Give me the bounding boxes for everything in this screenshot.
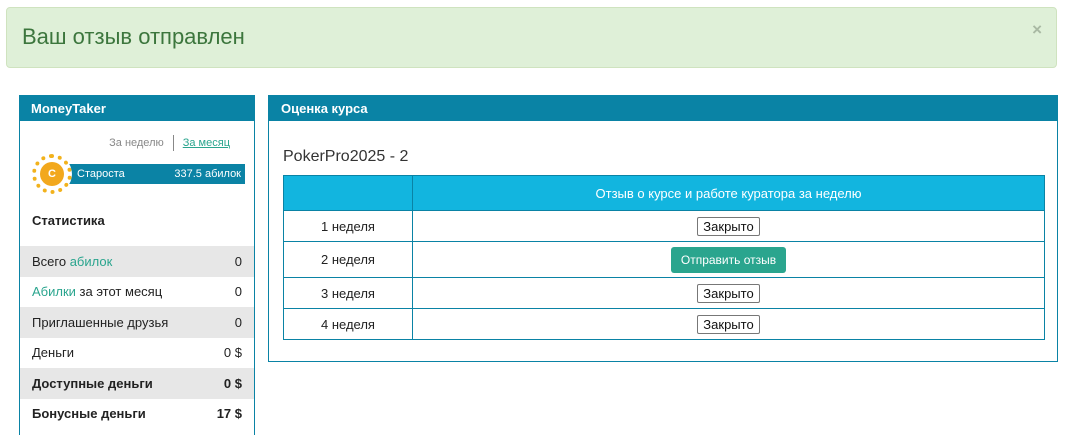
stat-value: 0: [234, 284, 242, 300]
stat-value: 0: [234, 253, 242, 269]
feedback-table: Отзыв о курсе и работе куратора за недел…: [283, 175, 1045, 340]
stats-list: Всего абилок 0 Абилки за этот месяц 0 Пр…: [20, 246, 254, 429]
success-alert: Ваш отзыв отправлен ×: [6, 7, 1057, 68]
stat-label: Бонусные деньги: [32, 406, 146, 422]
alert-message: Ваш отзыв отправлен: [22, 24, 245, 49]
closed-button[interactable]: Закрыто: [697, 314, 760, 334]
user-panel-title: MoneyTaker: [20, 96, 254, 121]
user-panel: MoneyTaker За неделю За месяц Староста 3…: [19, 95, 255, 435]
closed-button[interactable]: Закрыто: [697, 216, 760, 236]
header-feedback: Отзыв о курсе и работе куратора за недел…: [412, 175, 1045, 211]
stat-row-friends: Приглашенные друзья 0: [20, 307, 254, 338]
week-label: 4 неделя: [283, 308, 413, 340]
week-label: 2 неделя: [283, 241, 413, 278]
header-week: [283, 175, 413, 211]
period-month[interactable]: За месяц: [174, 137, 230, 149]
week-label: 3 неделя: [283, 277, 413, 309]
table-row: 1 неделя Закрыто: [283, 210, 1045, 242]
stat-row-bonus: Бонусные деньги 17 $: [20, 399, 254, 430]
rank-name: Староста: [77, 168, 125, 180]
stat-link[interactable]: абилок: [70, 254, 113, 269]
rank-block: Староста 337.5 абилок C: [32, 154, 246, 194]
stats-title: Статистика: [32, 213, 105, 228]
period-switch: За неделю За месяц: [109, 135, 230, 151]
table-row: 3 неделя Закрыто: [283, 277, 1045, 309]
stat-row-available: Доступные деньги 0 $: [20, 368, 254, 399]
coin-icon: C: [32, 154, 72, 194]
stat-label: Деньги: [32, 345, 74, 361]
table-header: Отзыв о курсе и работе куратора за недел…: [283, 175, 1045, 211]
stat-row-money: Деньги 0 $: [20, 338, 254, 369]
table-row: 2 неделя Отправить отзыв: [283, 241, 1045, 278]
stat-value: 17 $: [216, 406, 242, 422]
course-rating-panel: Оценка курса PokerPro2025 - 2 Отзыв о ку…: [268, 95, 1058, 362]
stat-value: 0 $: [223, 375, 242, 391]
stat-value: 0 $: [223, 345, 242, 361]
stat-row-month: Абилки за этот месяц 0: [20, 277, 254, 308]
stat-label: за этот месяц: [75, 284, 163, 300]
rank-bar: Староста 337.5 абилок: [52, 164, 245, 184]
rank-points: 337.5 абилок: [174, 168, 241, 180]
send-feedback-button[interactable]: Отправить отзыв: [670, 246, 787, 273]
course-rating-title: Оценка курса: [269, 96, 1057, 121]
stat-value: 0: [234, 314, 242, 330]
stat-link[interactable]: Абилки: [32, 284, 76, 299]
stat-label: Всего: [32, 253, 70, 269]
table-row: 4 неделя Закрыто: [283, 308, 1045, 340]
stat-label: Доступные деньги: [32, 375, 153, 391]
week-label: 1 неделя: [283, 210, 413, 242]
coin-letter: C: [40, 162, 64, 186]
close-icon[interactable]: ×: [1032, 20, 1042, 40]
course-name: PokerPro2025 - 2: [283, 148, 409, 165]
period-week[interactable]: За неделю: [109, 135, 174, 151]
stat-label: Приглашенные друзья: [32, 314, 169, 330]
closed-button[interactable]: Закрыто: [697, 283, 760, 303]
stat-row-total: Всего абилок 0: [20, 246, 254, 277]
